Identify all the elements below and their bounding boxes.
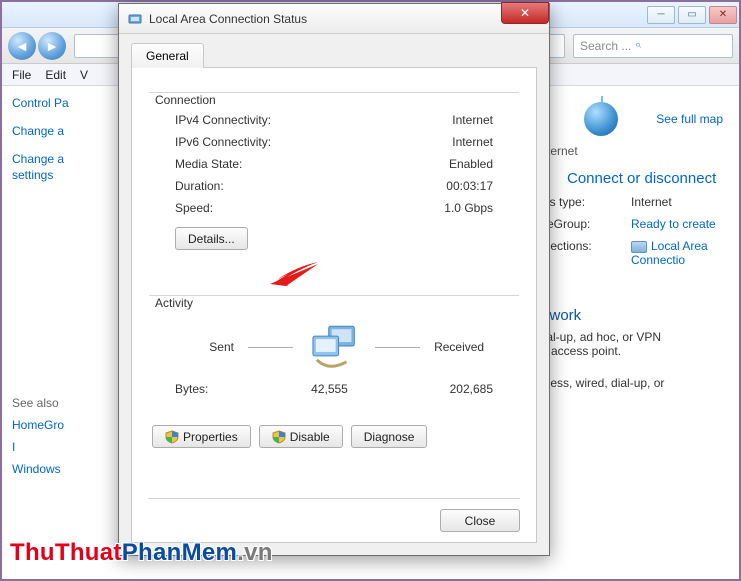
back-button[interactable]: ◄ xyxy=(8,32,36,60)
sidebar-change-adapter[interactable]: Change a xyxy=(12,124,117,138)
bytes-received: 202,685 xyxy=(384,382,493,396)
access-type-value: Internet xyxy=(631,195,723,209)
bytes-sent: 42,555 xyxy=(275,382,384,396)
internet-globe-icon xyxy=(584,102,618,136)
disable-label: Disable xyxy=(290,430,330,444)
connection-legend: Connection xyxy=(155,93,222,107)
tab-general[interactable]: General xyxy=(131,43,204,68)
sent-label: Sent xyxy=(155,340,234,354)
network-text3: reless, wired, dial-up, or xyxy=(537,376,723,390)
activity-legend: Activity xyxy=(155,296,199,310)
diagnose-button[interactable]: Diagnose xyxy=(351,425,428,448)
sidebar-change-advanced[interactable]: Change a xyxy=(12,152,117,166)
status-dialog: Local Area Connection Status ✕ General C… xyxy=(118,3,550,556)
minimize-button[interactable]: ─ xyxy=(647,6,675,24)
properties-label: Properties xyxy=(183,430,238,444)
connection-group: Connection IPv4 Connectivity: Internet IP… xyxy=(148,82,520,263)
divider xyxy=(375,347,420,348)
adapter-icon xyxy=(127,11,143,27)
network-text1: dial-up, ad hoc, or VPN xyxy=(537,330,723,344)
dialog-titlebar: Local Area Connection Status ✕ xyxy=(119,4,549,34)
media-label: Media State: xyxy=(175,157,242,171)
homegroup-value[interactable]: Ready to create xyxy=(631,217,723,231)
divider xyxy=(248,347,293,348)
menu-view[interactable]: V xyxy=(80,68,88,82)
sidebar-settings[interactable]: settings xyxy=(12,168,117,182)
bytes-label: Bytes: xyxy=(175,382,275,396)
watermark-p1: ThuThuat xyxy=(10,539,122,566)
see-also-internet[interactable]: I xyxy=(12,440,117,454)
search-input[interactable]: Search ... ⌕ xyxy=(573,34,733,58)
see-also-windows[interactable]: Windows xyxy=(12,462,117,476)
activity-group: Activity Sent Received Bytes: xyxy=(148,285,520,413)
network-text2: or access point. xyxy=(537,344,723,358)
dialog-footer: Close xyxy=(148,498,520,532)
speed-value: 1.0 Gbps xyxy=(444,201,493,215)
watermark: ThuThuatPhanMem.vn xyxy=(10,539,273,567)
see-also-homegroup[interactable]: HomeGro xyxy=(12,418,117,432)
computers-icon xyxy=(307,324,360,370)
connect-disconnect-link[interactable]: Connect or disconnect xyxy=(567,170,716,187)
search-placeholder: Search ... xyxy=(580,39,631,53)
network-heading: etwork xyxy=(537,307,723,324)
shield-icon xyxy=(272,430,286,444)
search-icon: ⌕ xyxy=(635,39,641,52)
sidebar-control-panel[interactable]: Control Pa xyxy=(12,96,117,110)
adapter-icon xyxy=(631,241,647,253)
close-button[interactable]: Close xyxy=(440,509,520,532)
dialog-close-button[interactable]: ✕ xyxy=(501,2,549,24)
ipv6-label: IPv6 Connectivity: xyxy=(175,135,271,149)
menu-edit[interactable]: Edit xyxy=(45,68,66,82)
duration-label: Duration: xyxy=(175,179,224,193)
internet-label: Internet xyxy=(537,144,723,158)
properties-button[interactable]: Properties xyxy=(152,425,251,448)
watermark-p3: .vn xyxy=(237,539,273,566)
duration-value: 00:03:17 xyxy=(446,179,493,193)
ipv4-label: IPv4 Connectivity: xyxy=(175,113,271,127)
action-buttons: Properties Disable Diagnose xyxy=(148,425,520,448)
media-value: Enabled xyxy=(449,157,493,171)
watermark-p2: PhanMem xyxy=(122,539,237,566)
menu-file[interactable]: File xyxy=(12,68,31,82)
tab-panel: Connection IPv4 Connectivity: Internet IP… xyxy=(131,68,537,543)
see-full-map-link[interactable]: See full map xyxy=(656,112,723,126)
speed-label: Speed: xyxy=(175,201,213,215)
maximize-button[interactable]: ▭ xyxy=(678,6,706,24)
sidebar: Control Pa Change a Change a settings Se… xyxy=(2,86,117,579)
ipv4-value: Internet xyxy=(452,113,493,127)
shield-icon xyxy=(165,430,179,444)
tabstrip: General xyxy=(131,42,537,68)
forward-button[interactable]: ► xyxy=(38,32,66,60)
dialog-title: Local Area Connection Status xyxy=(149,12,307,26)
see-also-heading: See also xyxy=(12,396,117,410)
details-button[interactable]: Details... xyxy=(175,227,248,250)
close-button[interactable]: ✕ xyxy=(709,6,737,24)
received-label: Received xyxy=(434,340,513,354)
ipv6-value: Internet xyxy=(452,135,493,149)
disable-button[interactable]: Disable xyxy=(259,425,343,448)
